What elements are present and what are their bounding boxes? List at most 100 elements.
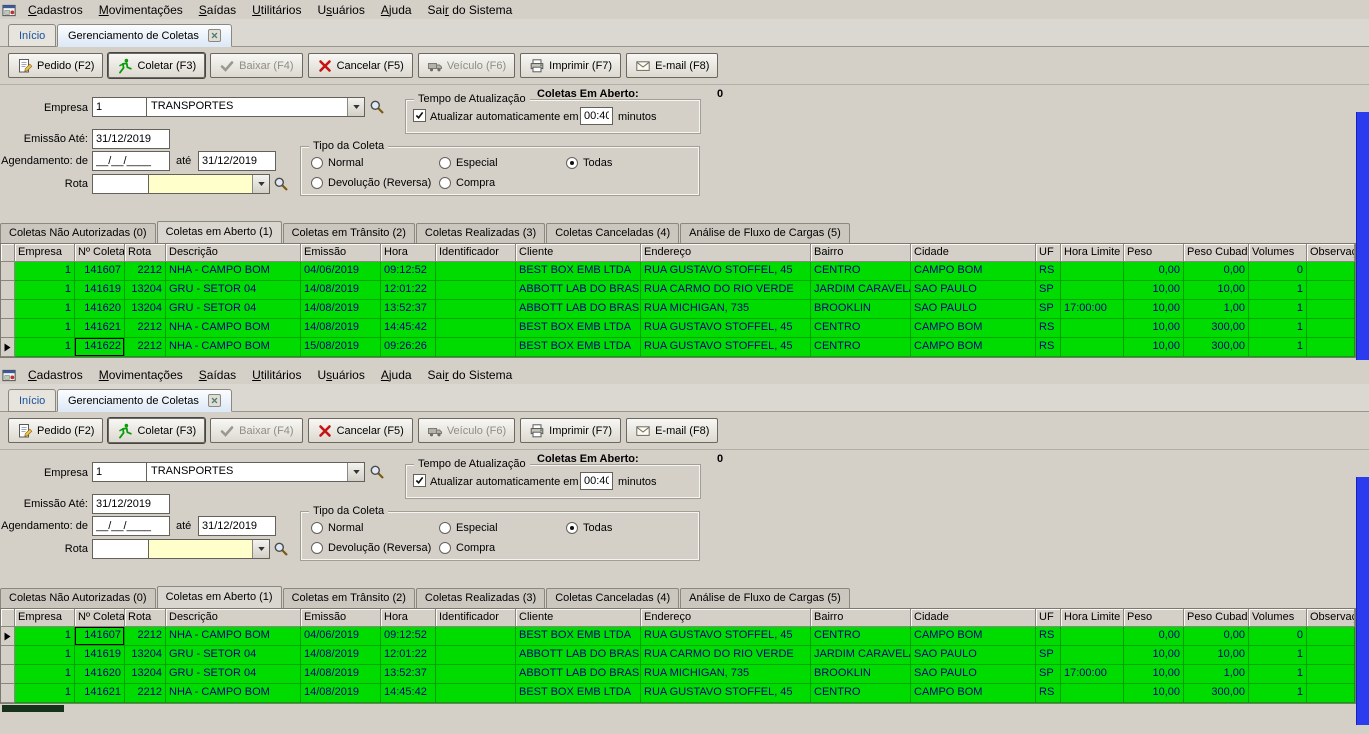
cell-identificador[interactable]	[436, 627, 516, 646]
cell-hora[interactable]: 09:12:52	[381, 627, 436, 646]
cell-endereco[interactable]: RUA GUSTAVO STOFFEL, 45	[641, 684, 811, 703]
cell-emissao[interactable]: 14/08/2019	[301, 665, 381, 684]
cell-peso[interactable]: 10,00	[1124, 338, 1184, 357]
empresa-search-icon[interactable]	[369, 464, 385, 480]
cell-empresa[interactable]: 1	[15, 262, 75, 281]
vertical-scrollbar[interactable]	[1356, 112, 1369, 360]
grid-row-141621[interactable]: 11416212212NHA - CAMPO BOM14/08/201914:4…	[1, 319, 1355, 338]
cell-bairro[interactable]: JARDIM CARAVELA	[811, 646, 911, 665]
cell-observacao[interactable]	[1307, 262, 1355, 281]
column-header-volumes[interactable]: Volumes	[1249, 609, 1307, 627]
empresa-code-input[interactable]	[92, 462, 147, 482]
rota-search-icon[interactable]	[273, 541, 289, 557]
cell-endereco[interactable]: RUA GUSTAVO STOFFEL, 45	[641, 338, 811, 357]
tipo-radio-compra[interactable]: Compra	[439, 541, 495, 555]
cell-n-coleta[interactable]: 141620	[75, 300, 125, 319]
grid-row-141607[interactable]: 11416072212NHA - CAMPO BOM04/06/201909:1…	[1, 627, 1355, 646]
cell-cidade[interactable]: SAO PAULO	[911, 646, 1036, 665]
column-header-empresa[interactable]: Empresa	[15, 609, 75, 627]
cell-observacao[interactable]	[1307, 300, 1355, 319]
cell-n-coleta[interactable]: 141607	[75, 262, 125, 281]
toolbar-button-imprimir-f7[interactable]: Imprimir (F7)	[520, 53, 621, 78]
cell-descricao[interactable]: NHA - CAMPO BOM	[166, 262, 301, 281]
cell-emissao[interactable]: 14/08/2019	[301, 646, 381, 665]
tipo-radio-todas[interactable]: Todas	[566, 521, 612, 535]
grid-row-141619[interactable]: 114161913204GRU - SETOR 0414/08/201912:0…	[1, 281, 1355, 300]
cell-bairro[interactable]: CENTRO	[811, 684, 911, 703]
cell-identificador[interactable]	[436, 684, 516, 703]
cell-bairro[interactable]: BROOKLIN	[811, 300, 911, 319]
rota-combo[interactable]	[148, 174, 270, 194]
cell-peso[interactable]: 10,00	[1124, 665, 1184, 684]
cell-endereco[interactable]: RUA CARMO DO RIO VERDE	[641, 281, 811, 300]
rota-search-icon[interactable]	[273, 176, 289, 192]
cell-cidade[interactable]: SAO PAULO	[911, 281, 1036, 300]
agendamento-de-input[interactable]	[92, 151, 170, 171]
atualizar-checkbox[interactable]	[413, 474, 426, 487]
cell-descricao[interactable]: NHA - CAMPO BOM	[166, 319, 301, 338]
cell-emissao[interactable]: 15/08/2019	[301, 338, 381, 357]
column-header-peso[interactable]: Peso	[1124, 609, 1184, 627]
vertical-scrollbar[interactable]	[1356, 477, 1369, 725]
cell-endereco[interactable]: RUA GUSTAVO STOFFEL, 45	[641, 627, 811, 646]
cell-bairro[interactable]: CENTRO	[811, 262, 911, 281]
cell-peso[interactable]: 0,00	[1124, 262, 1184, 281]
cell-volumes[interactable]: 1	[1249, 646, 1307, 665]
cell-bairro[interactable]: CENTRO	[811, 319, 911, 338]
cell-peso-cubado[interactable]: 300,00	[1184, 319, 1249, 338]
cell-empresa[interactable]: 1	[15, 627, 75, 646]
cell-hora[interactable]: 09:26:26	[381, 338, 436, 357]
cell-uf[interactable]: RS	[1036, 319, 1061, 338]
column-header-uf[interactable]: UF	[1036, 609, 1061, 627]
column-header-peso-cubado[interactable]: Peso Cubado	[1184, 244, 1249, 262]
cell-hora-limite[interactable]	[1061, 281, 1124, 300]
menu-item-movimentacoes[interactable]: Movimentações	[91, 365, 191, 385]
cell-empresa[interactable]: 1	[15, 665, 75, 684]
column-header-peso[interactable]: Peso	[1124, 244, 1184, 262]
cell-hora-limite[interactable]	[1061, 338, 1124, 357]
grid-row-141620[interactable]: 114162013204GRU - SETOR 0414/08/201913:5…	[1, 300, 1355, 319]
cell-uf[interactable]: SP	[1036, 646, 1061, 665]
cell-n-coleta[interactable]: 141620	[75, 665, 125, 684]
toolbar-button-baixar-f4[interactable]: Baixar (F4)	[210, 53, 302, 78]
cell-uf[interactable]: RS	[1036, 627, 1061, 646]
agendamento-de-input[interactable]	[92, 516, 170, 536]
cell-peso[interactable]: 10,00	[1124, 300, 1184, 319]
cell-emissao[interactable]: 14/08/2019	[301, 281, 381, 300]
tab-close-icon[interactable]	[208, 29, 221, 42]
cell-rota[interactable]: 13204	[125, 646, 166, 665]
cell-descricao[interactable]: NHA - CAMPO BOM	[166, 338, 301, 357]
cell-emissao[interactable]: 04/06/2019	[301, 627, 381, 646]
cell-peso[interactable]: 10,00	[1124, 319, 1184, 338]
menu-item-usuarios[interactable]: Usuários	[309, 0, 372, 20]
cell-emissao[interactable]: 14/08/2019	[301, 684, 381, 703]
toolbar-button-veiculo-f6[interactable]: Veículo (F6)	[418, 418, 515, 443]
grid-tab-analise-de-fluxo-de-cargas-5[interactable]: Análise de Fluxo de Cargas (5)	[680, 588, 850, 608]
cell-hora-limite[interactable]	[1061, 319, 1124, 338]
cell-hora-limite[interactable]	[1061, 646, 1124, 665]
cell-descricao[interactable]: GRU - SETOR 04	[166, 665, 301, 684]
atualizar-interval-input[interactable]	[580, 107, 613, 125]
cell-cliente[interactable]: ABBOTT LAB DO BRASI	[516, 665, 641, 684]
cell-rota[interactable]: 13204	[125, 665, 166, 684]
cell-bairro[interactable]: BROOKLIN	[811, 665, 911, 684]
cell-observacao[interactable]	[1307, 665, 1355, 684]
cell-emissao[interactable]: 14/08/2019	[301, 300, 381, 319]
grid-row-141621[interactable]: 11416212212NHA - CAMPO BOM14/08/201914:4…	[1, 684, 1355, 703]
cell-peso-cubado[interactable]: 1,00	[1184, 300, 1249, 319]
column-header-descricao[interactable]: Descrição	[166, 244, 301, 262]
cell-uf[interactable]: SP	[1036, 281, 1061, 300]
cell-empresa[interactable]: 1	[15, 338, 75, 357]
column-header-rota[interactable]: Rota	[125, 609, 166, 627]
cell-cidade[interactable]: CAMPO BOM	[911, 627, 1036, 646]
cell-uf[interactable]: RS	[1036, 684, 1061, 703]
cell-cidade[interactable]: CAMPO BOM	[911, 319, 1036, 338]
grid-tab-coletas-canceladas-4[interactable]: Coletas Canceladas (4)	[546, 588, 679, 608]
cell-peso[interactable]: 10,00	[1124, 646, 1184, 665]
toolbar-button-coletar-f3[interactable]: Coletar (F3)	[108, 418, 205, 443]
cell-descricao[interactable]: NHA - CAMPO BOM	[166, 684, 301, 703]
grid-tab-analise-de-fluxo-de-cargas-5[interactable]: Análise de Fluxo de Cargas (5)	[680, 223, 850, 243]
column-header-n-coleta[interactable]: Nº Coleta	[75, 244, 125, 262]
cell-empresa[interactable]: 1	[15, 684, 75, 703]
column-header-observacao[interactable]: Observação	[1307, 609, 1355, 627]
